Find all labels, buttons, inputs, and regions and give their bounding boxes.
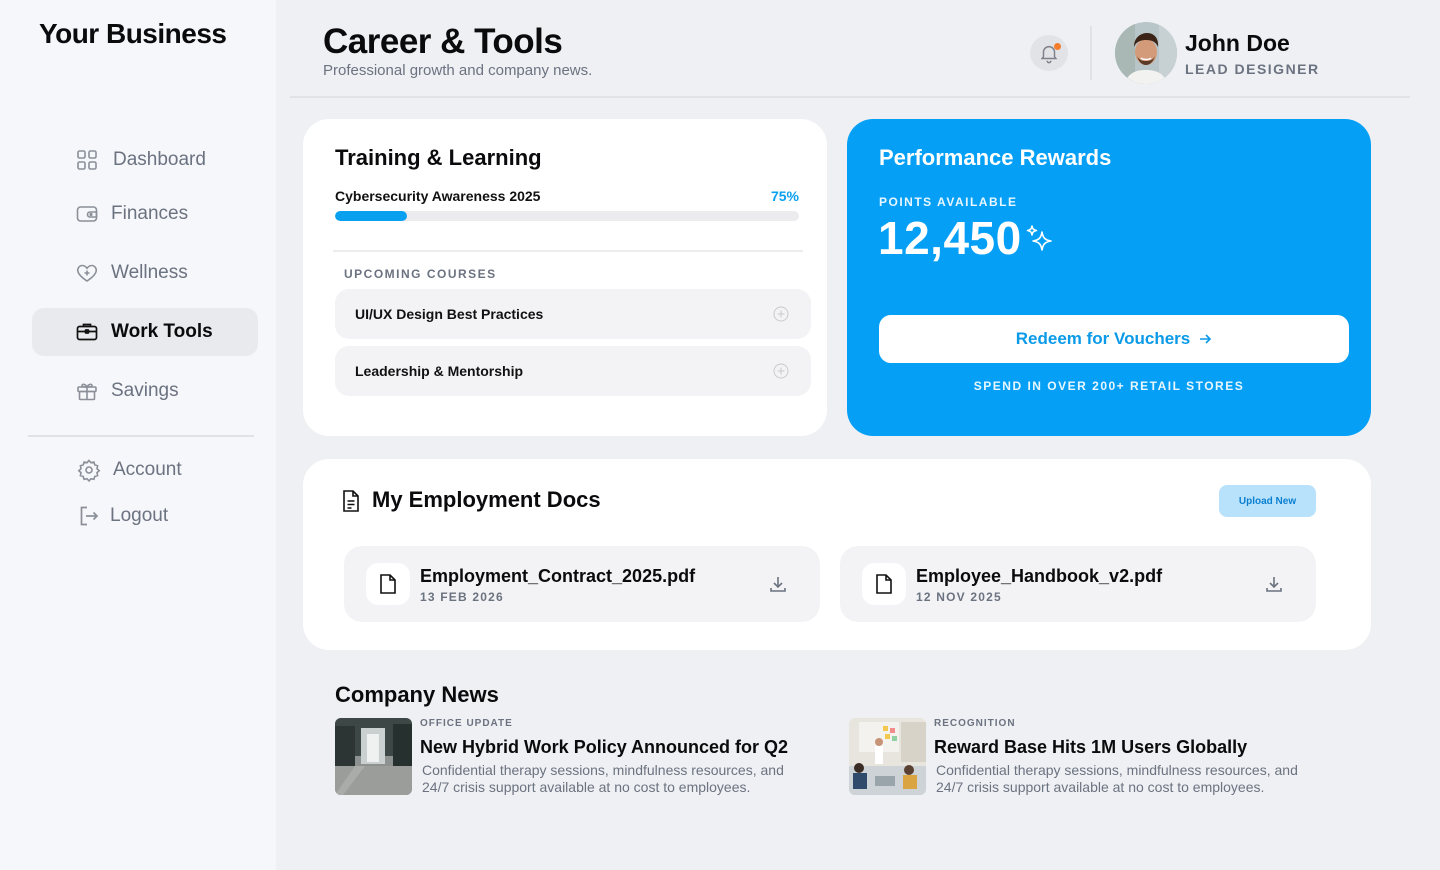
- wallet-icon: [76, 206, 98, 222]
- brand-logo[interactable]: Your Business: [39, 18, 227, 50]
- notification-button[interactable]: [1030, 35, 1068, 71]
- upcoming-courses-caption: UPCOMING COURSES: [344, 267, 497, 281]
- points-caption: POINTS AVAILABLE: [879, 195, 1018, 209]
- doc-date: 12 NOV 2025: [916, 590, 1002, 604]
- progress-percent: 75%: [770, 188, 799, 204]
- grid-icon: [77, 150, 97, 170]
- doc-item[interactable]: Employment_Contract_2025.pdf 13 FEB 2026: [344, 546, 820, 622]
- file-icon: [380, 574, 396, 594]
- notification-dot: [1054, 43, 1061, 50]
- news-category: OFFICE UPDATE: [420, 718, 513, 729]
- employment-docs-card: My Employment Docs Upload New Employment…: [303, 459, 1371, 650]
- file-icon-box: [366, 563, 410, 605]
- team-meeting-image: [849, 718, 926, 795]
- nav-item-logout[interactable]: Logout: [32, 492, 258, 540]
- rewards-title: Performance Rewards: [879, 145, 1112, 170]
- heart-icon: [76, 264, 98, 282]
- add-circle-icon[interactable]: [773, 306, 789, 322]
- news-description: Confidential therapy sessions, mindfulne…: [422, 762, 784, 795]
- nav-label: Wellness: [111, 262, 188, 283]
- logout-icon: [80, 506, 99, 526]
- nav-label: Savings: [111, 380, 179, 401]
- nav-item-finances[interactable]: Finances: [32, 190, 258, 238]
- document-icon: [343, 490, 359, 512]
- course-item[interactable]: Leadership & Mentorship: [335, 346, 811, 396]
- news-title: Reward Base Hits 1M Users Globally: [934, 737, 1248, 757]
- current-course-label: Cybersecurity Awareness 2025: [335, 188, 541, 204]
- avatar[interactable]: [1115, 22, 1177, 84]
- sparkle-icon: [1026, 225, 1052, 251]
- doc-date: 13 FEB 2026: [420, 590, 504, 604]
- company-news-title: Company News: [335, 682, 499, 707]
- course-title: Leadership & Mentorship: [355, 363, 524, 379]
- gear-icon: [77, 459, 101, 482]
- progress-bar: [335, 211, 799, 221]
- download-icon[interactable]: [768, 574, 788, 594]
- news-description: Confidential therapy sessions, mindfulne…: [936, 762, 1298, 795]
- course-title: UI/UX Design Best Practices: [355, 306, 544, 322]
- docs-title: My Employment Docs: [372, 487, 601, 512]
- page-title: Career & Tools: [323, 22, 563, 61]
- news-item[interactable]: RECOGNITION Reward Base Hits 1M Users Gl…: [849, 718, 1319, 798]
- nav-label: Finances: [111, 203, 189, 224]
- user-role: LEAD DESIGNER: [1185, 61, 1320, 77]
- news-category: RECOGNITION: [934, 718, 1016, 729]
- progress-fill: [335, 211, 407, 221]
- nav-label: Account: [113, 459, 182, 480]
- arrow-right-icon: [1200, 334, 1212, 344]
- gift-icon: [77, 383, 97, 401]
- nav-label: Logout: [110, 505, 169, 526]
- news-title: New Hybrid Work Policy Announced for Q2: [420, 737, 789, 757]
- nav-item-account[interactable]: Account: [32, 446, 258, 494]
- page-subtitle: Professional growth and company news.: [323, 62, 593, 79]
- doc-name: Employee_Handbook_v2.pdf: [916, 566, 1163, 586]
- doc-name: Employment_Contract_2025.pdf: [420, 566, 696, 586]
- course-item[interactable]: UI/UX Design Best Practices: [335, 289, 811, 339]
- nav-item-wellness[interactable]: Wellness: [32, 249, 258, 297]
- news-thumbnail: [849, 718, 926, 795]
- nav-item-savings[interactable]: Savings: [32, 367, 258, 415]
- header-divider: [1090, 26, 1092, 80]
- sidebar-divider: [28, 435, 254, 437]
- download-icon[interactable]: [1264, 574, 1284, 594]
- news-thumbnail: [335, 718, 412, 795]
- rewards-card: Performance Rewards POINTS AVAILABLE 12,…: [847, 119, 1371, 436]
- nav-label: Dashboard: [113, 149, 206, 170]
- file-icon-box: [862, 563, 906, 605]
- briefcase-icon: [76, 323, 98, 341]
- sidebar: Your Business Dashboard Finances Wellnes…: [0, 0, 276, 870]
- user-name: John Doe: [1185, 30, 1290, 56]
- office-hallway-image: [335, 718, 412, 795]
- add-circle-icon[interactable]: [773, 363, 789, 379]
- rewards-footnote: SPEND IN OVER 200+ RETAIL STORES: [973, 379, 1245, 393]
- upload-new-button[interactable]: Upload New: [1219, 485, 1316, 517]
- news-item[interactable]: OFFICE UPDATE New Hybrid Work Policy Ann…: [335, 718, 805, 798]
- redeem-label: Redeem for Vouchers: [1015, 329, 1191, 348]
- doc-item[interactable]: Employee_Handbook_v2.pdf 12 NOV 2025: [840, 546, 1316, 622]
- avatar-photo: [1115, 22, 1177, 84]
- redeem-vouchers-button[interactable]: Redeem for Vouchers: [879, 315, 1349, 363]
- training-title: Training & Learning: [335, 145, 542, 170]
- header-divider-line: [290, 96, 1410, 98]
- nav-item-work-tools[interactable]: Work Tools: [32, 308, 258, 356]
- training-card: Training & Learning Cybersecurity Awaren…: [303, 119, 827, 436]
- points-value: 12,450: [878, 212, 1022, 264]
- nav-label: Work Tools: [111, 321, 213, 342]
- file-icon: [876, 574, 892, 594]
- nav-item-dashboard[interactable]: Dashboard: [32, 136, 258, 184]
- training-divider: [333, 250, 803, 252]
